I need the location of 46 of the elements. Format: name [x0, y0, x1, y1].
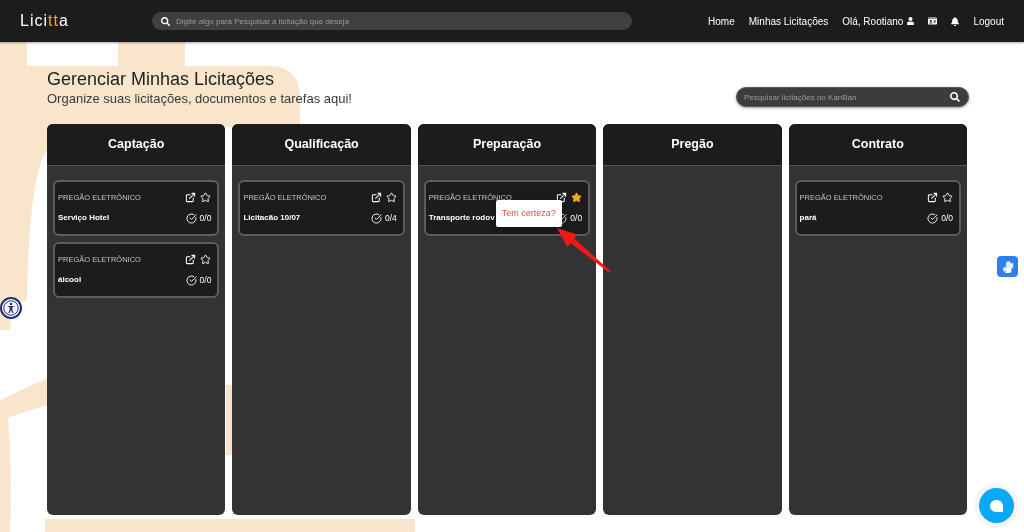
bell-icon[interactable] [951, 16, 960, 26]
column-header: Preparação [417, 124, 597, 166]
column-header: Contrato [788, 124, 967, 166]
card-title: pará [799, 212, 817, 224]
pointer-arrow [555, 226, 612, 274]
card-title: Serviço Hotel [58, 212, 110, 224]
page-title: Gerenciar Minhas Licitações [47, 68, 276, 90]
column-header: Pregão [603, 124, 782, 166]
check-circle-icon [185, 274, 197, 286]
column-header: Qualificação [232, 124, 411, 166]
kanban-search-field[interactable]: Pesquisar licitações no KanBan [736, 87, 969, 107]
external-link-icon[interactable] [556, 191, 568, 203]
external-link-icon[interactable] [927, 191, 938, 203]
card-title: Licitacão 10/07 [243, 212, 301, 224]
column-header: Captação [47, 124, 226, 166]
nav-link[interactable]: Logout [973, 13, 1004, 29]
chat-button[interactable] [979, 488, 1014, 523]
confirm-popover: Tem certeza? [495, 200, 562, 227]
external-link-icon[interactable] [185, 253, 197, 265]
star-icon[interactable] [571, 191, 583, 203]
id-card-icon[interactable] [928, 17, 938, 25]
card-title: álcool [58, 274, 82, 286]
external-link-icon[interactable] [185, 191, 197, 203]
chat-bubble-icon [990, 499, 1003, 512]
nav-link[interactable]: Minhas Licitações [748, 13, 829, 29]
task-count: 0/0 [199, 211, 212, 225]
user-icon [907, 17, 915, 25]
check-circle-icon [370, 212, 382, 224]
task-count: 0/0 [941, 211, 953, 225]
search-field[interactable]: Digite algo para Pesquisar a licitação que deseja [152, 12, 632, 30]
user-menu-link[interactable]: Olá, Rootiano [842, 13, 915, 29]
task-count: 0/4 [384, 211, 397, 225]
search-icon[interactable] [950, 92, 960, 102]
task-count: 0/0 [570, 211, 583, 225]
search-icon [161, 16, 170, 26]
check-circle-icon [185, 212, 197, 224]
page-subtitle: Organize suas licitações, documentos e tarefas aqui! [47, 90, 352, 107]
accessibility-icon[interactable] [0, 297, 22, 319]
external-link-icon[interactable] [370, 191, 382, 203]
card-title: Transporte rodov [428, 212, 495, 224]
sign-language-button[interactable] [997, 256, 1018, 277]
logo[interactable]: Licitta [20, 9, 69, 33]
check-circle-icon [927, 212, 939, 224]
task-count: 0/0 [199, 273, 212, 287]
hand-icon [1001, 260, 1014, 273]
nav-link[interactable]: Home [708, 13, 735, 29]
